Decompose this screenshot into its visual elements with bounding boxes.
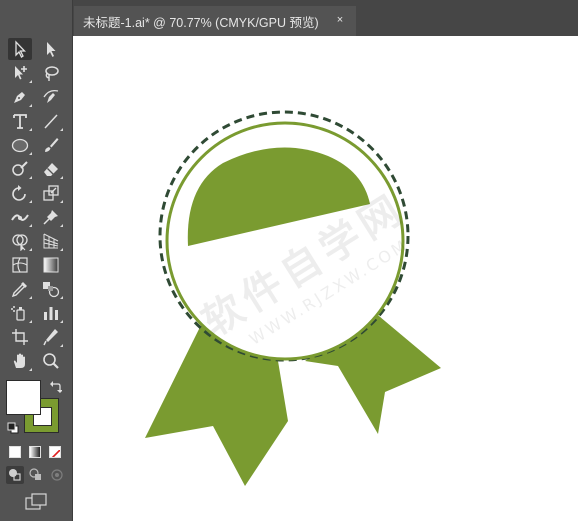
none-mode-button[interactable] bbox=[49, 446, 61, 458]
blob-brush-icon bbox=[12, 161, 28, 176]
draw-inside-button[interactable] bbox=[48, 466, 66, 484]
document-tab-bar: 未标题-1.ai* @ 70.77% (CMYK/GPU 预览) × bbox=[73, 0, 578, 36]
color-mode-button[interactable] bbox=[9, 446, 21, 458]
document-tab-title: 未标题-1.ai* @ 70.77% (CMYK/GPU 预览) bbox=[83, 15, 319, 30]
scale-tool[interactable] bbox=[39, 182, 63, 204]
selection-tool[interactable] bbox=[8, 38, 32, 60]
pen-icon bbox=[14, 92, 25, 103]
screen-mode-icon bbox=[25, 493, 47, 510]
fill-color-swatch[interactable] bbox=[6, 380, 41, 415]
draw-normal-button[interactable] bbox=[6, 466, 24, 484]
column-graph-tool[interactable] bbox=[39, 302, 63, 324]
curvature-tool[interactable] bbox=[39, 86, 63, 108]
draw-normal-icon bbox=[9, 469, 21, 481]
blend-icon bbox=[43, 282, 60, 298]
type-tool[interactable] bbox=[8, 110, 32, 132]
direct-selection-tool[interactable] bbox=[39, 38, 63, 60]
lasso-icon bbox=[45, 66, 59, 81]
draw-behind-button[interactable] bbox=[27, 466, 45, 484]
document-tab[interactable]: 未标题-1.ai* @ 70.77% (CMYK/GPU 预览) × bbox=[74, 6, 356, 36]
gradient-tool[interactable] bbox=[39, 254, 63, 276]
swap-colors-icon[interactable] bbox=[50, 380, 63, 393]
mesh-icon bbox=[12, 257, 28, 273]
hand-icon bbox=[13, 353, 25, 368]
eraser-icon bbox=[44, 163, 58, 176]
none-slash-icon bbox=[51, 449, 60, 457]
lasso-tool[interactable] bbox=[39, 62, 63, 84]
tools-panel bbox=[0, 0, 73, 521]
zoom-icon bbox=[43, 353, 59, 369]
slice-tool[interactable] bbox=[39, 326, 63, 348]
gradient-mode-button[interactable] bbox=[29, 446, 41, 458]
brush-icon bbox=[45, 138, 59, 152]
blend-tool[interactable] bbox=[39, 278, 63, 300]
arrow-plus-icon bbox=[15, 66, 27, 80]
scale-icon bbox=[43, 185, 59, 201]
zoom-tool[interactable] bbox=[39, 350, 63, 372]
symbol-sprayer-icon bbox=[11, 306, 25, 321]
ellipse-tool[interactable] bbox=[8, 134, 32, 156]
paintbrush-tool[interactable] bbox=[39, 134, 63, 156]
curvature-pen-icon bbox=[43, 89, 59, 103]
artboard-tool[interactable] bbox=[8, 326, 32, 348]
mesh-tool[interactable] bbox=[8, 254, 32, 276]
rotate-icon bbox=[12, 185, 26, 201]
shape-builder-icon bbox=[12, 234, 28, 251]
line-tool[interactable] bbox=[39, 110, 63, 132]
type-icon bbox=[13, 114, 27, 129]
pin-icon bbox=[43, 210, 58, 225]
blob-brush-tool[interactable] bbox=[8, 158, 32, 180]
draw-behind-icon bbox=[29, 468, 41, 480]
width-tool[interactable] bbox=[8, 206, 32, 228]
award-badge-artwork[interactable]: 软件自学网 WWW.RJZXW.COM bbox=[73, 36, 578, 521]
line-icon bbox=[44, 114, 58, 129]
draw-inside-icon bbox=[51, 469, 63, 481]
artboard-icon bbox=[12, 329, 28, 345]
perspective-grid-icon bbox=[43, 233, 59, 249]
eyedropper-icon bbox=[11, 282, 27, 298]
width-icon bbox=[11, 214, 29, 221]
rotate-tool[interactable] bbox=[8, 182, 32, 204]
default-colors-icon[interactable] bbox=[7, 421, 19, 434]
puppet-warp-tool[interactable] bbox=[39, 206, 63, 228]
slice-icon bbox=[43, 329, 58, 346]
pen-tool[interactable] bbox=[8, 86, 32, 108]
arrow-outline-icon bbox=[15, 40, 27, 58]
symbol-sprayer-tool[interactable] bbox=[8, 302, 32, 324]
screen-mode-button[interactable] bbox=[24, 492, 48, 512]
perspective-grid-tool[interactable] bbox=[39, 230, 63, 252]
hand-tool[interactable] bbox=[8, 350, 32, 372]
eraser-tool[interactable] bbox=[39, 158, 63, 180]
group-selection-tool[interactable] bbox=[8, 62, 32, 84]
ellipse-icon bbox=[11, 138, 29, 153]
arrow-filled-icon bbox=[47, 42, 56, 57]
gradient-icon bbox=[43, 257, 59, 273]
eyedropper-tool[interactable] bbox=[8, 278, 32, 300]
artboard-canvas[interactable]: 软件自学网 WWW.RJZXW.COM bbox=[73, 36, 578, 521]
shape-builder-tool[interactable] bbox=[8, 230, 32, 252]
close-icon[interactable]: × bbox=[334, 14, 346, 26]
bar-graph-icon bbox=[44, 307, 58, 320]
